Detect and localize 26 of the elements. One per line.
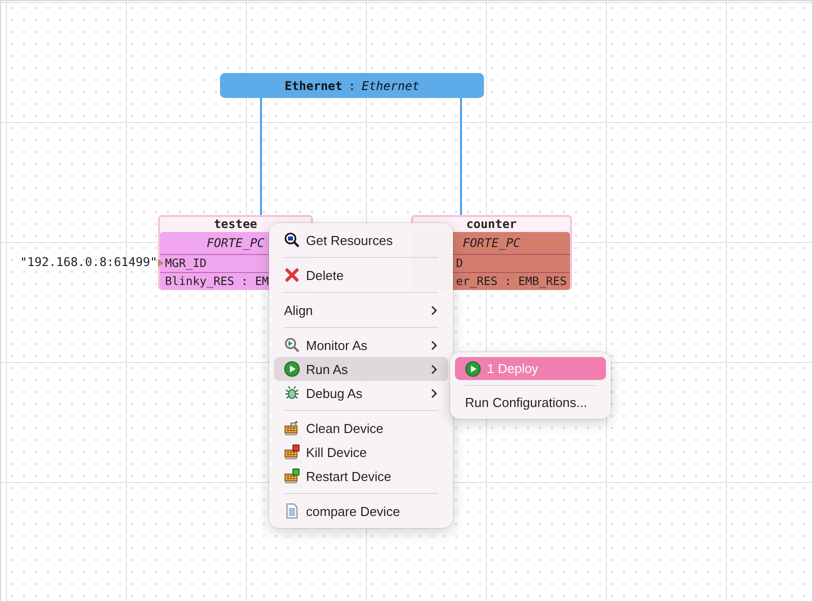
network-segment[interactable]: Ethernet : Ethernet (220, 73, 484, 98)
device-type: FORTE_PC (462, 235, 520, 252)
menu-item[interactable]: Clean Device (274, 416, 448, 440)
device-stop-icon (284, 444, 300, 460)
magnifier-icon (284, 337, 300, 353)
menu-item[interactable]: Kill Device (274, 440, 448, 464)
menu-item[interactable]: Run Configurations... (455, 391, 606, 414)
device-brush-icon (284, 420, 300, 436)
bug-icon (284, 385, 300, 401)
delete-icon (284, 267, 300, 283)
menu-item[interactable]: Run As (274, 357, 448, 381)
pin-icon (158, 259, 164, 267)
menu-item[interactable]: compare Device (274, 499, 448, 523)
play-icon (284, 361, 300, 377)
play-icon (465, 360, 481, 376)
document-icon (284, 503, 300, 519)
search-icon (284, 232, 300, 248)
device-name: counter (466, 217, 517, 232)
device-start-icon (284, 468, 300, 484)
device-name: testee (214, 217, 258, 232)
address-label: "192.168.0.8:61499" (20, 255, 158, 269)
menu-item[interactable]: Debug As (274, 381, 448, 405)
menu-item[interactable]: Monitor As (274, 333, 448, 357)
menu-item[interactable]: Align (274, 298, 448, 322)
menu-item[interactable]: Restart Device (274, 464, 448, 488)
device-type: FORTE_PC (206, 235, 264, 252)
